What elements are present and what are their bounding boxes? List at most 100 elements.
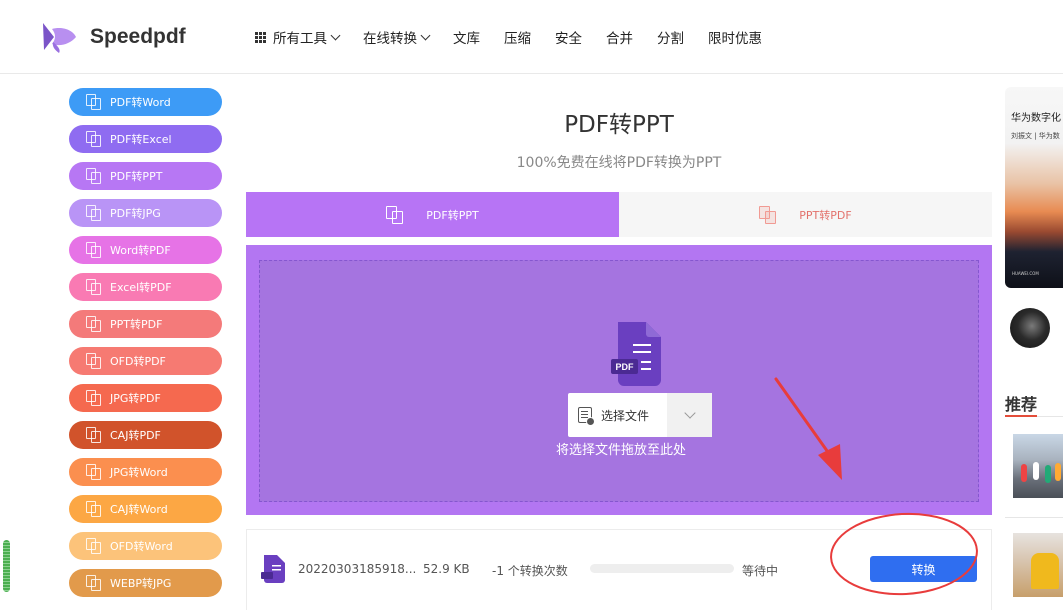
choose-source-dropdown[interactable] [667, 393, 712, 437]
choose-file-button[interactable]: 选择文件 [568, 393, 712, 437]
sidebar-item[interactable]: Word转PDF [69, 236, 222, 264]
ad-footer: HUAWEI.COM [1012, 271, 1039, 276]
sidebar-item-label: Word转PDF [110, 244, 171, 257]
nav-label: 在线转换 [363, 31, 417, 47]
convert-icon [86, 501, 102, 517]
convert-icon [86, 464, 102, 480]
nav-merge[interactable]: 合并 [606, 27, 633, 47]
status-text: 等待中 [742, 564, 779, 578]
pdf-file-icon [261, 555, 285, 583]
pdf-file-icon: PDF [611, 322, 661, 386]
sidebar-item[interactable]: JPG转PDF [69, 384, 222, 412]
conversion-tabs: PDF转PPT PPT转PDF [246, 192, 992, 237]
nav-label: 安全 [555, 31, 582, 47]
convert-icon [86, 390, 102, 406]
page-title: PDF转PPT [564, 112, 674, 138]
recommend-thumbnail[interactable] [1013, 533, 1063, 597]
brand-name: Speedpdf [90, 25, 186, 48]
file-size: 52.9 KB [423, 562, 470, 576]
nav-promo[interactable]: 限时优惠 [708, 27, 762, 47]
convert-icon [86, 94, 102, 110]
logo[interactable]: Speedpdf [40, 20, 186, 54]
sidebar-item[interactable]: PDF转Excel [69, 125, 222, 153]
add-file-icon [578, 407, 595, 426]
recommend-heading: 推荐 [1005, 395, 1038, 414]
convert-icon [86, 538, 102, 554]
sidebar-item-label: JPG转Word [110, 466, 168, 479]
nav-label: 限时优惠 [708, 31, 762, 47]
sidebar-item[interactable]: PPT转PDF [69, 310, 222, 338]
nav-library[interactable]: 文库 [453, 27, 480, 47]
top-nav: 所有工具 在线转换 文库 压缩 安全 合并 分割 限时优惠 [255, 27, 786, 47]
convert-icon [86, 353, 102, 369]
nav-split[interactable]: 分割 [657, 27, 684, 47]
sidebar-item[interactable]: CAJ转Word [69, 495, 222, 523]
sidebar-item[interactable]: OFD转PDF [69, 347, 222, 375]
chevron-down-icon [683, 407, 696, 419]
drop-hint: 将选择文件拖放至此处 [556, 443, 687, 458]
sidebar-item[interactable]: PDF转JPG [69, 199, 222, 227]
nav-compress[interactable]: 压缩 [504, 27, 531, 47]
file-row: 20220303185918... 52.9 KB -1 个转换次数 等待中 转… [246, 529, 992, 610]
sidebar-item-label: PDF转PPT [110, 170, 163, 183]
sidebar-item-label: CAJ转PDF [110, 429, 161, 442]
avatar[interactable] [1010, 308, 1050, 348]
nav-label: 分割 [657, 31, 684, 47]
convert-button[interactable]: 转换 [870, 556, 977, 582]
page-subtitle: 100%免费在线将PDF转换为PPT [516, 155, 722, 171]
convert-icon [86, 131, 102, 147]
nav-label: 合并 [606, 31, 633, 47]
sidebar-item-label: OFD转PDF [110, 355, 166, 368]
ad-banner[interactable]: 华为数字化 刘振文 | 华为数 HUAWEI.COM [1005, 87, 1063, 288]
ad-subtitle: 刘振文 | 华为数 [1011, 132, 1060, 140]
tab-label: PDF转PPT [426, 208, 479, 222]
chevron-down-icon [420, 30, 431, 40]
sidebar-item[interactable]: PDF转Word [69, 88, 222, 116]
choose-file-main[interactable]: 选择文件 [568, 393, 667, 437]
sidebar-item-label: PDF转Word [110, 96, 171, 109]
grid-icon [255, 31, 266, 43]
sidebar-item-label: PDF转Excel [110, 133, 172, 146]
conversion-count: -1 个转换次数 [492, 564, 568, 578]
sidebar-item[interactable]: Excel转PDF [69, 273, 222, 301]
tab-pdf-to-ppt[interactable]: PDF转PPT [246, 192, 619, 237]
sidebar-item-label: Excel转PDF [110, 281, 172, 294]
convert-icon [86, 279, 102, 295]
nav-online-convert[interactable]: 在线转换 [363, 27, 431, 47]
nav-all-tools[interactable]: 所有工具 [255, 27, 341, 47]
tool-sidebar: PDF转Word PDF转Excel PDF转PPT PDF转JPG Word转PDF E… [69, 88, 222, 606]
choose-file-label: 选择文件 [601, 408, 650, 423]
upload-area: PDF 选择文件 将选择文件拖放至此处 [246, 245, 992, 515]
nav-label: 压缩 [504, 31, 531, 47]
file-name: 20220303185918... [298, 562, 417, 576]
sidebar-item-label: JPG转PDF [110, 392, 161, 405]
sidebar-item[interactable]: CAJ转PDF [69, 421, 222, 449]
ad-title: 华为数字化 [1011, 113, 1061, 124]
convert-icon [86, 168, 102, 184]
chevron-down-icon [330, 30, 341, 40]
sidebar-item-label: CAJ转Word [110, 503, 168, 516]
pdf-icon-label: PDF [616, 362, 635, 372]
convert-icon [86, 575, 102, 591]
convert-icon [86, 316, 102, 332]
scrollbar-thumb[interactable] [3, 540, 10, 592]
sidebar-item-label: PPT转PDF [110, 318, 163, 331]
nav-security[interactable]: 安全 [555, 27, 582, 47]
tab-ppt-to-pdf[interactable]: PPT转PDF [619, 192, 992, 237]
recommend-thumbnail[interactable] [1013, 434, 1063, 498]
tab-label: PPT转PDF [799, 208, 852, 222]
sidebar-item[interactable]: JPG转Word [69, 458, 222, 486]
sidebar-item[interactable]: WEBP转JPG [69, 569, 222, 597]
convert-icon [86, 427, 102, 443]
convert-icon [86, 205, 102, 221]
sidebar-item[interactable]: PDF转PPT [69, 162, 222, 190]
drop-zone[interactable]: PDF 选择文件 将选择文件拖放至此处 [259, 260, 979, 502]
progress-bar [590, 564, 734, 573]
divider [1005, 517, 1063, 518]
page: { "brand": { "name": "Speedpdf" }, "nav"… [0, 0, 1063, 610]
convert-icon [386, 205, 404, 224]
convert-icon [86, 242, 102, 258]
sidebar-item[interactable]: OFD转Word [69, 532, 222, 560]
nav-label: 文库 [453, 31, 480, 47]
header: Speedpdf 所有工具 在线转换 文库 压缩 安全 合并 分割 限时优惠 [0, 0, 1063, 74]
